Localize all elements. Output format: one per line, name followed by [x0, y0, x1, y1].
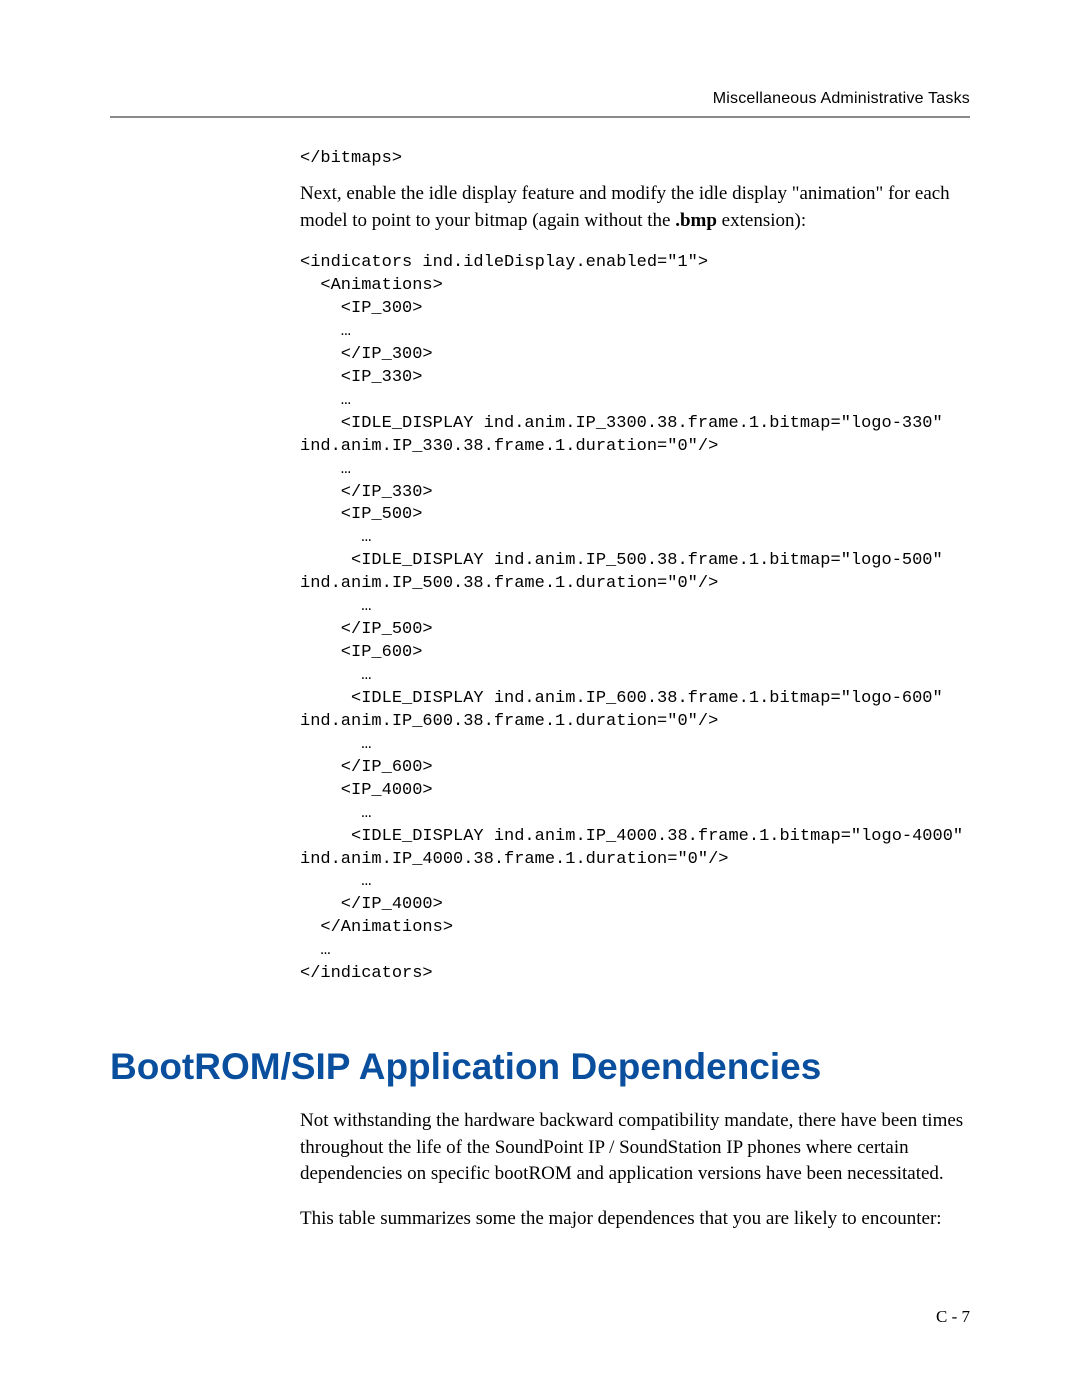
- intro-text-pre: Next, enable the idle display feature an…: [300, 183, 950, 231]
- xml-block: <indicators ind.idleDisplay.enabled="1">…: [110, 252, 970, 986]
- content-column: </bitmaps> Next, enable the idle display…: [300, 148, 970, 1233]
- code-close-bitmaps: </bitmaps>: [300, 148, 970, 171]
- bmp-ext: .bmp: [675, 210, 717, 231]
- page-number: C - 7: [936, 1307, 970, 1327]
- intro-paragraph: Next, enable the idle display feature an…: [300, 181, 970, 234]
- intro-text-post: extension):: [717, 210, 806, 231]
- header-rule: [110, 116, 970, 118]
- section-paragraph-1: Not withstanding the hardware backward c…: [300, 1108, 970, 1188]
- section-heading: BootROM/SIP Application Dependencies: [110, 1046, 970, 1088]
- page: Miscellaneous Administrative Tasks </bit…: [0, 0, 1080, 1397]
- section-paragraph-2: This table summarizes some the major dep…: [300, 1206, 970, 1233]
- running-header: Miscellaneous Administrative Tasks: [110, 90, 970, 108]
